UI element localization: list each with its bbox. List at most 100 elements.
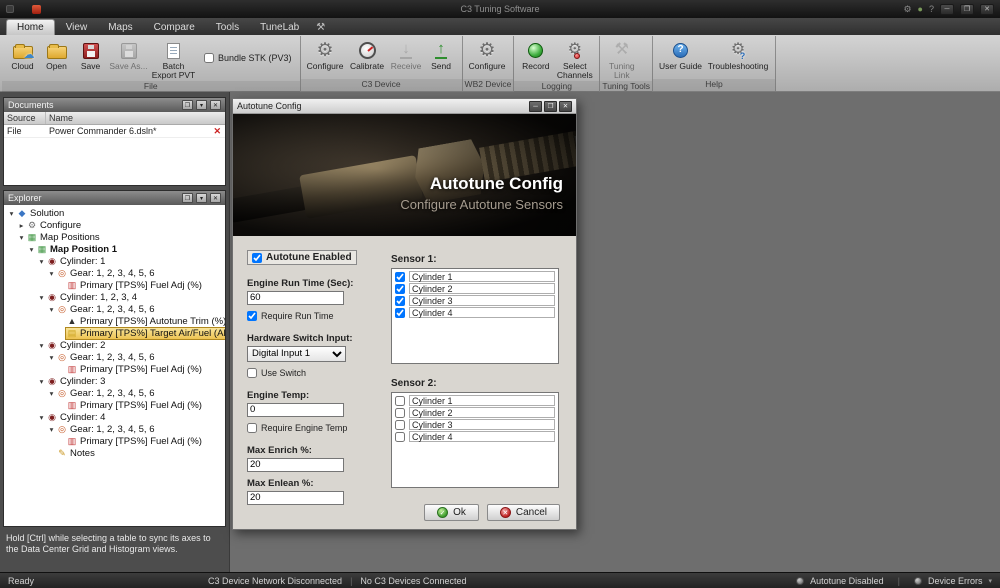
tree-item[interactable]: ▲Primary [TPS%] Autotune Trim (%): [4, 315, 225, 327]
cylinder-checkbox[interactable]: [395, 296, 405, 306]
hardware-switch-select[interactable]: Digital Input 1: [247, 346, 346, 362]
collapse-icon[interactable]: ▾: [37, 257, 46, 266]
tree-item[interactable]: ▥Primary [TPS%] Fuel Adj (%): [4, 435, 225, 447]
max-enrich-input[interactable]: [247, 458, 344, 472]
dialog-titlebar[interactable]: Autotune Config ─ ❐ ✕: [233, 99, 576, 114]
save-as-button[interactable]: Save As...: [108, 37, 149, 72]
autotune-enabled-checkbox[interactable]: [252, 253, 262, 263]
minimize-button[interactable]: ─: [940, 4, 954, 15]
cylinder-checkbox[interactable]: [395, 272, 405, 282]
user-guide-button[interactable]: ? User Guide: [657, 37, 704, 72]
maximize-button[interactable]: ❐: [960, 4, 974, 15]
collapse-icon[interactable]: ▾: [47, 425, 56, 434]
engine-run-time-input[interactable]: [247, 291, 344, 305]
collapse-icon[interactable]: ▾: [47, 305, 56, 314]
calibrate-button[interactable]: Calibrate: [347, 37, 388, 72]
collapse-icon[interactable]: ▾: [27, 245, 36, 254]
tab-tools[interactable]: Tools: [206, 20, 249, 35]
send-button[interactable]: ↑ Send: [425, 37, 458, 72]
engine-temp-input[interactable]: [247, 403, 344, 417]
tree-item[interactable]: ▾◎Gear: 1, 2, 3, 4, 5, 6: [4, 387, 225, 399]
explorer-autohide-icon[interactable]: ▾: [196, 193, 207, 203]
tree-item[interactable]: ▾▦Map Position 1: [4, 243, 225, 255]
close-button[interactable]: ✕: [980, 4, 994, 15]
collapse-icon[interactable]: ▾: [17, 233, 26, 242]
tree-item[interactable]: ▾◉Cylinder: 3: [4, 375, 225, 387]
expand-icon[interactable]: ▸: [17, 221, 26, 230]
require-engine-temp-checkbox[interactable]: [247, 423, 257, 433]
open-button[interactable]: Open: [40, 37, 73, 72]
cylinder-checkbox[interactable]: [395, 308, 405, 318]
batch-export-pvt-button[interactable]: Batch Export PVT: [150, 37, 197, 81]
dialog-minimize-icon[interactable]: ─: [529, 101, 542, 112]
cloud-button[interactable]: ☁ Cloud: [6, 37, 39, 72]
cylinder-checkbox[interactable]: [395, 396, 405, 406]
tree-item[interactable]: ▾◉Cylinder: 2: [4, 339, 225, 351]
device-errors-chevron-icon[interactable]: ▾: [988, 577, 992, 585]
name-column-header[interactable]: Name: [46, 112, 225, 124]
collapse-icon[interactable]: ▾: [7, 209, 16, 218]
bundle-stk-checkbox[interactable]: [204, 53, 214, 63]
use-switch-checkbox[interactable]: [247, 368, 257, 378]
cylinder-checkbox[interactable]: [395, 284, 405, 294]
explorer-float-icon[interactable]: ❐: [182, 193, 193, 203]
tree-item[interactable]: ▾◎Gear: 1, 2, 3, 4, 5, 6: [4, 423, 225, 435]
save-button[interactable]: Save: [74, 37, 107, 72]
max-enlean-input[interactable]: [247, 491, 344, 505]
titlebar-status-icon[interactable]: ●: [918, 5, 923, 14]
documents-float-icon[interactable]: ❐: [182, 100, 193, 110]
tab-home[interactable]: Home: [6, 19, 55, 35]
tree-item[interactable]: ▥Primary [TPS%] Fuel Adj (%): [4, 363, 225, 375]
tuning-link-button[interactable]: ⚒ Tuning Link: [604, 37, 639, 81]
tab-tunelab[interactable]: TuneLab: [250, 20, 309, 35]
tree-item[interactable]: ▾◎Gear: 1, 2, 3, 4, 5, 6: [4, 303, 225, 315]
tree-item[interactable]: ▾◉Cylinder: 1: [4, 255, 225, 267]
cylinder-checkbox[interactable]: [395, 420, 405, 430]
tree-item[interactable]: ▾◎Gear: 1, 2, 3, 4, 5, 6: [4, 351, 225, 363]
documents-close-icon[interactable]: ✕: [210, 100, 221, 110]
tree-item[interactable]: ▾◎Gear: 1, 2, 3, 4, 5, 6: [4, 267, 225, 279]
titlebar-gear-icon[interactable]: ⚙: [903, 5, 911, 14]
tree-item[interactable]: ✎Notes: [4, 447, 225, 459]
receive-button[interactable]: ↓ Receive: [389, 37, 424, 72]
collapse-icon[interactable]: ▾: [37, 341, 46, 350]
tree-item[interactable]: ▤Primary [TPS%] Target Air/Fuel (AFR): [4, 327, 225, 339]
cylinder-checkbox[interactable]: [395, 408, 405, 418]
collapse-icon[interactable]: ▾: [37, 293, 46, 302]
record-button[interactable]: Record: [518, 37, 553, 72]
collapse-icon[interactable]: ▾: [37, 413, 46, 422]
require-run-time-checkbox[interactable]: [247, 311, 257, 321]
c3-configure-button[interactable]: ⚙ Configure: [305, 37, 346, 72]
explorer-close-icon[interactable]: ✕: [210, 193, 221, 203]
tree-item[interactable]: ▾◉Cylinder: 1, 2, 3, 4: [4, 291, 225, 303]
documents-autohide-icon[interactable]: ▾: [196, 100, 207, 110]
collapse-icon[interactable]: ▾: [47, 353, 56, 362]
tab-view[interactable]: View: [56, 20, 98, 35]
titlebar-help-icon[interactable]: ?: [929, 5, 934, 14]
ok-button[interactable]: ✓ Ok: [424, 504, 479, 521]
tab-compare[interactable]: Compare: [144, 20, 205, 35]
wb2-configure-button[interactable]: ⚙ Configure: [467, 37, 508, 72]
cylinder-checkbox[interactable]: [395, 432, 405, 442]
cancel-button[interactable]: ✕ Cancel: [487, 504, 560, 521]
quick-settings-wrench-icon[interactable]: ⚒: [316, 22, 325, 35]
source-column-header[interactable]: Source: [4, 112, 46, 124]
tree-item[interactable]: ▸⚙Configure: [4, 219, 225, 231]
close-document-icon[interactable]: ✕: [209, 126, 225, 137]
dialog-maximize-icon[interactable]: ❐: [544, 101, 557, 112]
document-row[interactable]: File Power Commander 6.dsln* ✕: [4, 125, 225, 138]
tree-item[interactable]: ▾▦Map Positions: [4, 231, 225, 243]
dialog-close-icon[interactable]: ✕: [559, 101, 572, 112]
tree-item[interactable]: ▥Primary [TPS%] Fuel Adj (%): [4, 399, 225, 411]
tree-item[interactable]: ▾◆Solution: [4, 207, 225, 219]
tab-maps[interactable]: Maps: [98, 20, 142, 35]
troubleshooting-button[interactable]: ⚙? Troubleshooting: [705, 37, 771, 72]
collapse-icon[interactable]: ▾: [47, 269, 56, 278]
select-channels-button[interactable]: ⚙ Select Channels: [554, 37, 595, 81]
documents-panel-header: Documents ❐ ▾ ✕: [4, 98, 225, 112]
tree-item[interactable]: ▥Primary [TPS%] Fuel Adj (%): [4, 279, 225, 291]
tree-item[interactable]: ▾◉Cylinder: 4: [4, 411, 225, 423]
collapse-icon[interactable]: ▾: [47, 389, 56, 398]
status-device-errors[interactable]: Device Errors: [928, 576, 983, 586]
collapse-icon[interactable]: ▾: [37, 377, 46, 386]
